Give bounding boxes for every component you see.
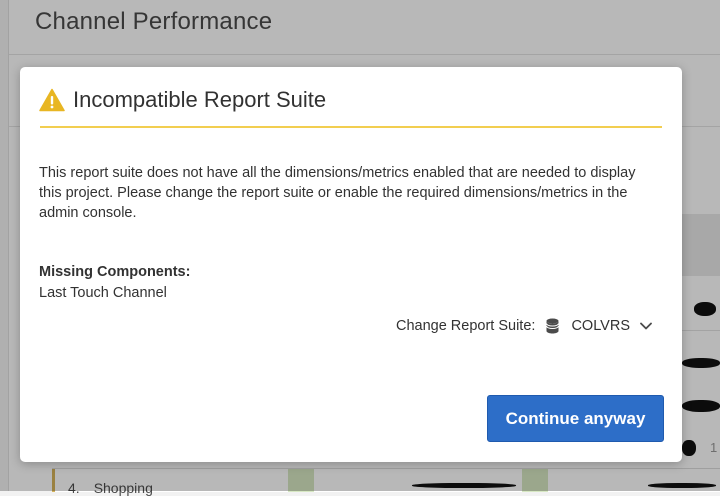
dialog-message: This report suite does not have all the … — [39, 165, 636, 221]
dialog-header: Incompatible Report Suite — [39, 85, 326, 115]
missing-components-heading: Missing Components: — [39, 264, 191, 280]
database-icon — [546, 318, 560, 334]
change-report-suite-label: Change Report Suite: — [395, 318, 536, 334]
chevron-down-icon — [640, 322, 652, 330]
alert-triangle-icon — [39, 88, 65, 112]
report-suite-value: COLVRS — [571, 318, 630, 334]
dialog-title: Incompatible Report Suite — [73, 87, 327, 112]
change-report-suite-row: Change Report Suite: COLVRS — [396, 318, 652, 334]
report-suite-picker[interactable]: COLVRS — [546, 318, 652, 334]
missing-component-item: Last Touch Channel — [39, 285, 167, 301]
incompatible-report-suite-dialog: Incompatible Report Suite This report su… — [20, 67, 682, 462]
continue-anyway-button[interactable]: Continue anyway — [487, 395, 664, 442]
dialog-divider — [40, 126, 662, 128]
